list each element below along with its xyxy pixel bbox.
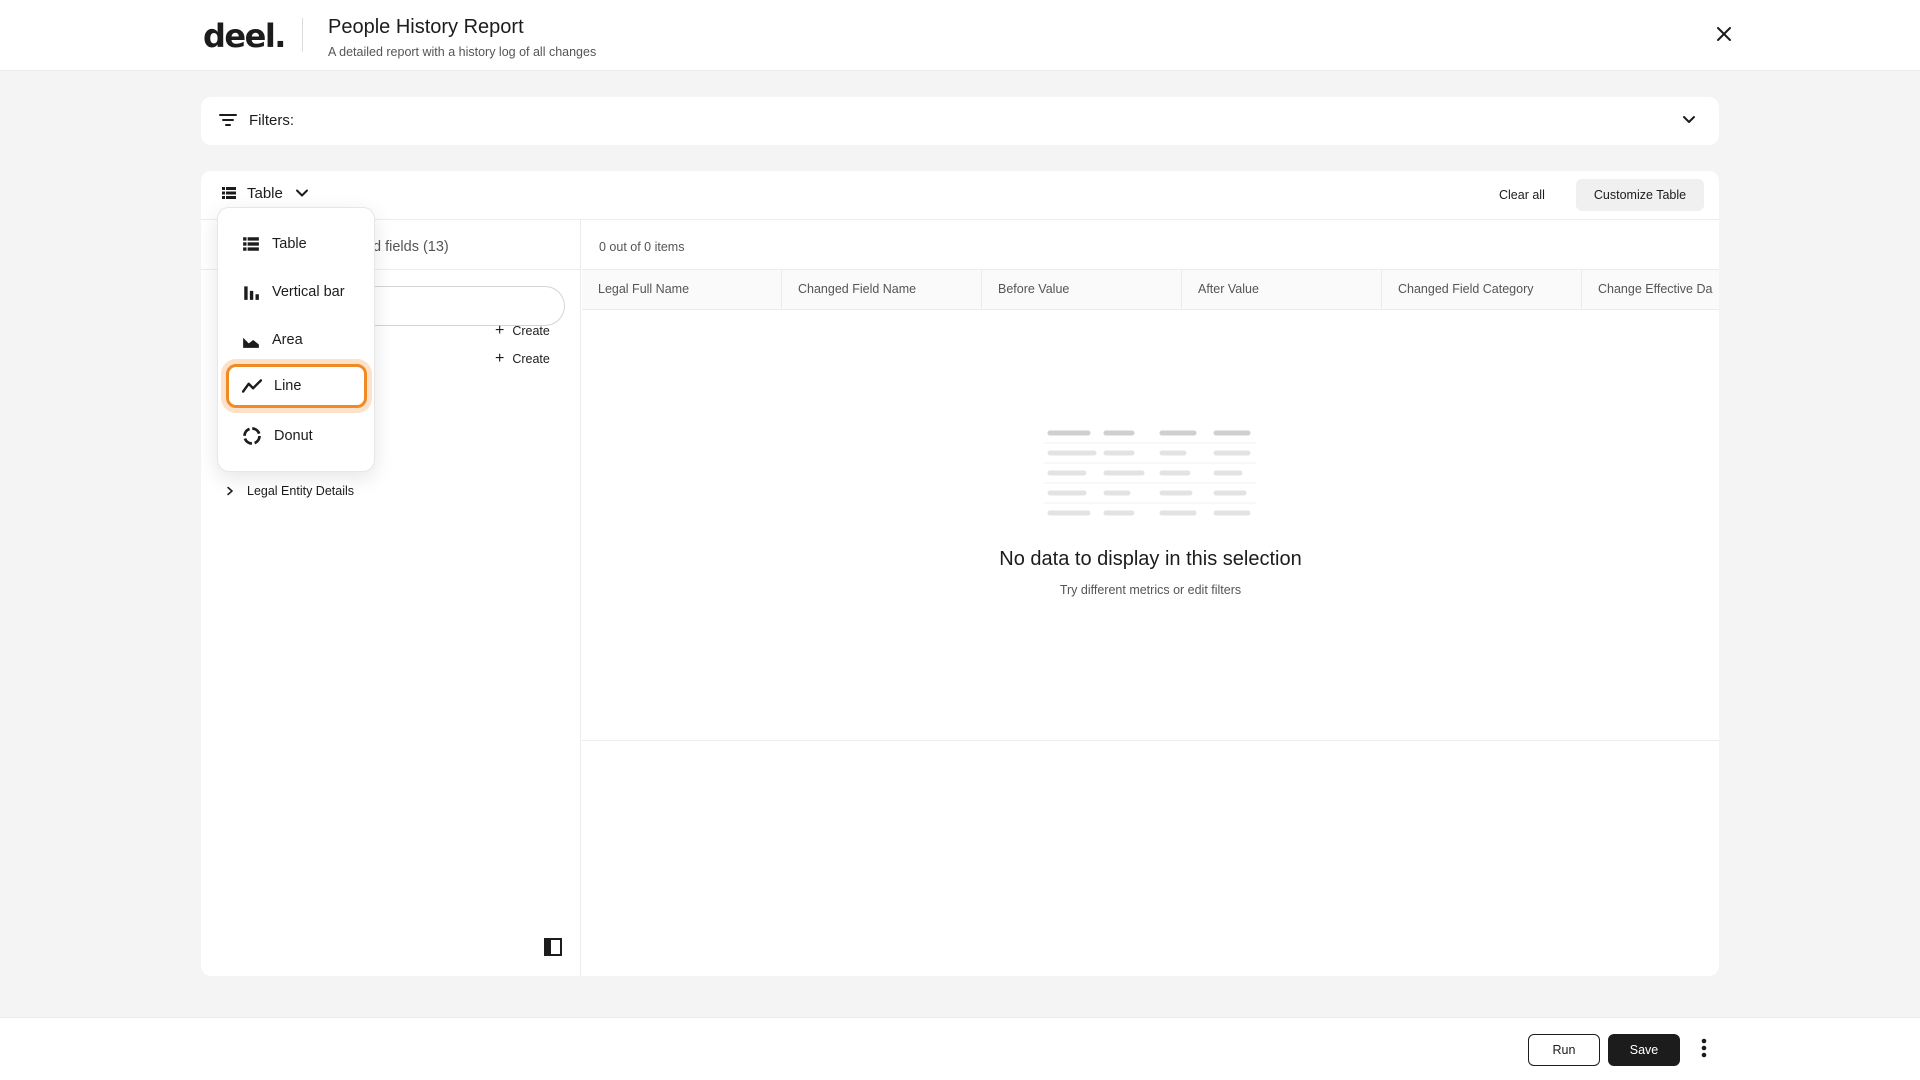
table-header: Legal Full Name Changed Field Name Befor… [582, 269, 1719, 310]
area-chart-icon [243, 337, 259, 348]
empty-state-subtitle: Try different metrics or edit filters [1059, 583, 1242, 597]
menu-item-label: Vertical bar [272, 284, 345, 300]
create-button-label: Create [512, 352, 550, 366]
empty-state-title: No data to display in this selection [999, 548, 1302, 570]
menu-item-area[interactable]: Area [226, 318, 367, 362]
column-header[interactable]: Before Value [982, 270, 1182, 309]
menu-item-table[interactable]: Table [226, 222, 367, 266]
menu-item-line[interactable]: Line [226, 364, 367, 408]
menu-item-label: Area [272, 332, 303, 348]
column-header[interactable]: Changed Field Category [1382, 270, 1582, 309]
more-options-icon[interactable] [1694, 1037, 1714, 1059]
create-button-label: Create [512, 324, 550, 338]
chevron-right-icon [227, 486, 234, 496]
menu-item-label: Donut [274, 428, 313, 444]
items-count: 0 out of 0 items [599, 240, 685, 254]
menu-item-label: Line [274, 378, 302, 394]
filters-bar[interactable]: Filters: [201, 97, 1719, 145]
chevron-down-icon[interactable] [1679, 110, 1699, 130]
tab-selected-fields[interactable]: d fields (13) [373, 239, 449, 255]
plus-icon: + [495, 350, 505, 367]
filter-icon [219, 114, 237, 126]
column-header[interactable]: Change Effective Da [1582, 270, 1719, 309]
legal-entity-details-group[interactable]: Legal Entity Details [225, 484, 354, 498]
legal-entity-details-label: Legal Entity Details [247, 484, 355, 498]
menu-item-label: Table [272, 236, 307, 252]
header-divider [302, 18, 303, 52]
menu-item-donut[interactable]: Donut [226, 414, 367, 458]
empty-state: No data to display in this selection Try… [582, 310, 1719, 741]
donut-chart-icon [243, 427, 261, 445]
customize-table-button[interactable]: Customize Table [1576, 179, 1704, 211]
column-header[interactable]: Changed Field Name [782, 270, 982, 309]
run-button[interactable]: Run [1528, 1034, 1600, 1066]
close-icon [1717, 27, 1731, 41]
table-icon [243, 237, 259, 251]
table-icon [222, 187, 236, 199]
plus-icon: + [495, 322, 505, 339]
fields-search-input[interactable] [361, 286, 565, 326]
create-button[interactable]: + Create [495, 322, 550, 340]
save-button[interactable]: Save [1608, 1034, 1680, 1066]
report-toolbar: Table Clear all Customize Table [201, 171, 1719, 220]
footer-bar: Run Save [0, 1017, 1920, 1080]
menu-item-vertical-bar[interactable]: Vertical bar [226, 270, 367, 314]
header: deel. People History Report A detailed r… [0, 0, 1920, 71]
view-type-dropdown: Table Vertical bar Area Line Donut [217, 207, 375, 472]
view-type-label: Table [247, 184, 283, 202]
filters-label: Filters: [249, 112, 294, 129]
page-subtitle: A detailed report with a history log of … [328, 45, 597, 59]
column-header[interactable]: After Value [1182, 270, 1382, 309]
line-chart-icon [242, 379, 262, 393]
view-type-select[interactable]: Table [221, 184, 311, 202]
column-header[interactable]: Legal Full Name [582, 270, 782, 309]
close-button[interactable] [1712, 22, 1736, 46]
bar-chart-icon [244, 286, 259, 300]
empty-table-illustration [1044, 430, 1256, 516]
chevron-down-icon [295, 189, 308, 197]
deel-logo[interactable]: deel. [203, 17, 286, 55]
create-button[interactable]: + Create [495, 350, 550, 368]
clear-all-button[interactable]: Clear all [1499, 188, 1545, 202]
results-panel: 0 out of 0 items Legal Full Name Changed… [582, 220, 1719, 976]
page-title: People History Report [328, 16, 524, 38]
report-card: Table Clear all Customize Table d fields… [201, 171, 1719, 976]
panel-toggle-icon[interactable] [544, 938, 562, 956]
